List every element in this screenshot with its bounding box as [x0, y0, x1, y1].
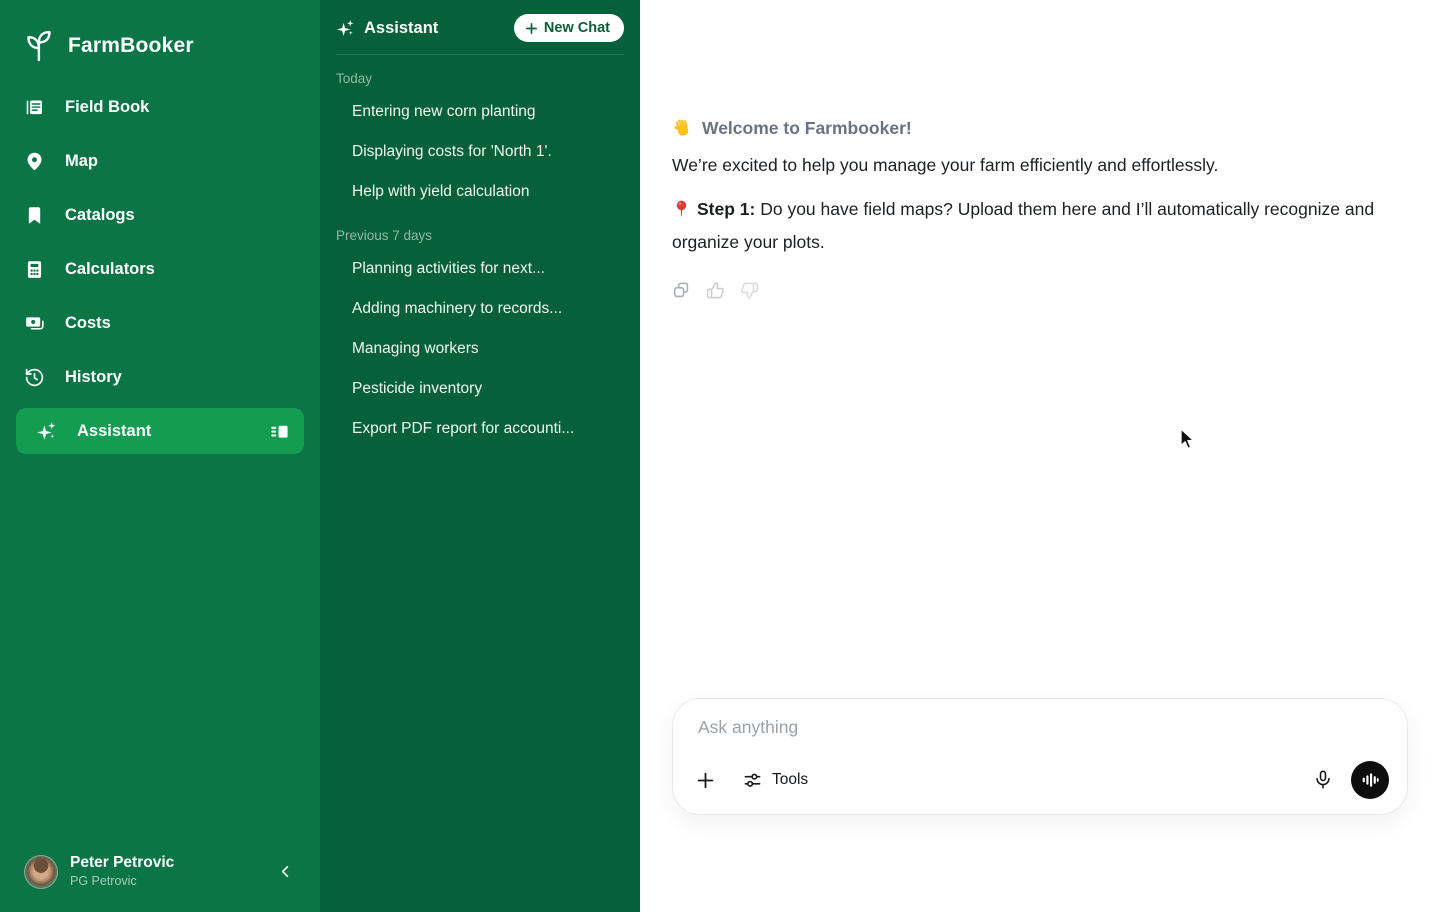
history-section-label: Today [320, 55, 640, 92]
calculator-icon [24, 259, 45, 280]
chat-history-item[interactable]: Managing workers [320, 329, 640, 369]
field-book-icon [24, 97, 45, 118]
chat-history-item[interactable]: Adding machinery to records... [320, 289, 640, 329]
copy-icon[interactable] [672, 281, 691, 300]
step-text: Do you have field maps? Upload them here… [672, 199, 1374, 251]
main-sidebar: FarmBooker Field Book Map [0, 0, 320, 912]
sliders-icon [743, 772, 762, 789]
user-subtitle: PG Petrovic [70, 874, 262, 890]
map-pin-icon [24, 151, 45, 172]
new-chat-button[interactable]: New Chat [514, 14, 624, 42]
sparkles-icon [36, 421, 57, 442]
sidebar-nav: Field Book Map Catalogs [0, 80, 320, 458]
history-section-label: Previous 7 days [320, 212, 640, 249]
sidebar-item-label: Costs [65, 314, 111, 333]
chat-history-item[interactable]: Help with yield calculation [320, 172, 640, 212]
assistant-message: Welcome to Farmbooker! We’re excited to … [640, 0, 1408, 300]
chat-history-item[interactable]: Pesticide inventory [320, 369, 640, 409]
tools-button[interactable]: Tools [743, 771, 808, 789]
sidebar-item-history[interactable]: History [0, 350, 320, 404]
chat-history-item[interactable]: Export PDF report for accounti... [320, 409, 640, 449]
panel-title: Assistant [336, 19, 438, 38]
sidebar-item-catalogs[interactable]: Catalogs [0, 188, 320, 242]
welcome-intro: We’re excited to help you manage your fa… [672, 152, 1376, 179]
chat-composer: Tools [672, 698, 1408, 815]
plus-icon [525, 22, 538, 35]
sidebar-item-label: Field Book [65, 98, 149, 117]
sidebar-item-label: Map [65, 152, 98, 171]
thumbs-down-icon[interactable] [740, 281, 759, 300]
pushpin-emoji [672, 199, 691, 218]
voice-mode-button[interactable] [1351, 761, 1389, 799]
microphone-icon [1312, 769, 1334, 791]
sidebar-item-map[interactable]: Map [0, 134, 320, 188]
sidebar-item-label: Catalogs [65, 206, 135, 225]
history-icon [24, 367, 45, 388]
wave-emoji [672, 118, 693, 139]
chat-history-item[interactable]: Displaying costs for 'North 1'. [320, 132, 640, 172]
sparkles-icon [336, 19, 355, 38]
welcome-heading: Welcome to Farmbooker! [702, 118, 912, 139]
plus-icon [695, 770, 716, 791]
waveform-icon [1360, 770, 1380, 790]
sidebar-item-label: History [65, 368, 122, 387]
app-logo: FarmBooker [0, 0, 320, 66]
message-actions [672, 281, 1376, 300]
sidebar-item-label: Assistant [77, 422, 151, 441]
sprout-logo-icon [24, 29, 58, 63]
chat-history-item[interactable]: Entering new corn planting [320, 92, 640, 132]
thumbs-up-icon[interactable] [706, 281, 725, 300]
user-profile[interactable]: Peter Petrovic PG Petrovic [0, 837, 320, 912]
step-label: Step 1: [697, 199, 755, 219]
assistant-history-panel: Assistant New Chat Today Entering new co… [320, 0, 640, 912]
sidebar-item-field-book[interactable]: Field Book [0, 80, 320, 134]
attach-button[interactable] [695, 770, 716, 791]
chat-main: Welcome to Farmbooker! We’re excited to … [640, 0, 1440, 912]
sidebar-item-costs[interactable]: Costs [0, 296, 320, 350]
sidebar-item-calculators[interactable]: Calculators [0, 242, 320, 296]
chat-history-item[interactable]: Planning activities for next... [320, 249, 640, 289]
step-paragraph: Step 1: Do you have field maps? Upload t… [672, 193, 1376, 258]
cash-icon [24, 313, 45, 334]
user-name: Peter Petrovic [70, 853, 262, 872]
avatar [24, 855, 58, 889]
panel-toggle-icon[interactable] [269, 421, 290, 442]
dictate-button[interactable] [1312, 769, 1334, 791]
collapse-sidebar-button[interactable] [274, 861, 296, 883]
sidebar-item-label: Calculators [65, 260, 155, 279]
app-name: FarmBooker [68, 34, 194, 58]
sidebar-item-assistant[interactable]: Assistant [16, 408, 304, 454]
chat-input[interactable] [698, 717, 1258, 738]
bookmark-icon [24, 205, 45, 226]
